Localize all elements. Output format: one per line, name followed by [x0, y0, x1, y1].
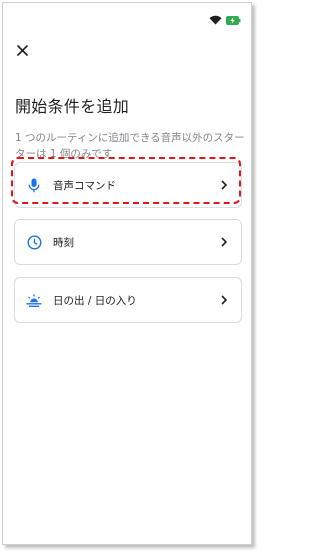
close-icon [16, 41, 28, 60]
description-text: 1 つのルーティンに追加できる音声以外のスターターは 1 個のみです [15, 132, 245, 160]
page-title: 開始条件を追加 [15, 97, 130, 116]
chevron-right-icon [218, 236, 230, 248]
starter-label: 音声コマンド [53, 179, 116, 192]
wifi-icon [209, 15, 222, 25]
starter-label: 時刻 [53, 236, 74, 249]
close-button[interactable] [13, 41, 31, 59]
starter-time[interactable]: 時刻 [14, 219, 242, 265]
screen: 開始条件を追加 1 つのルーティンに追加できる音声以外のスターターは 1 個のみ… [0, 0, 261, 553]
mic-icon [26, 177, 42, 193]
phone-frame: 開始条件を追加 1 つのルーティンに追加できる音声以外のスターターは 1 個のみ… [2, 2, 252, 545]
battery-charging-icon [226, 15, 241, 25]
clock-icon [26, 234, 42, 250]
starter-voice-command[interactable]: 音声コマンド [14, 162, 242, 208]
status-bar [209, 13, 241, 27]
starter-sunrise-sunset[interactable]: 日の出 / 日の入り [14, 277, 242, 323]
starter-label: 日の出 / 日の入り [53, 294, 137, 307]
chevron-right-icon [218, 179, 230, 191]
sunrise-icon [26, 292, 42, 308]
chevron-right-icon [218, 294, 230, 306]
